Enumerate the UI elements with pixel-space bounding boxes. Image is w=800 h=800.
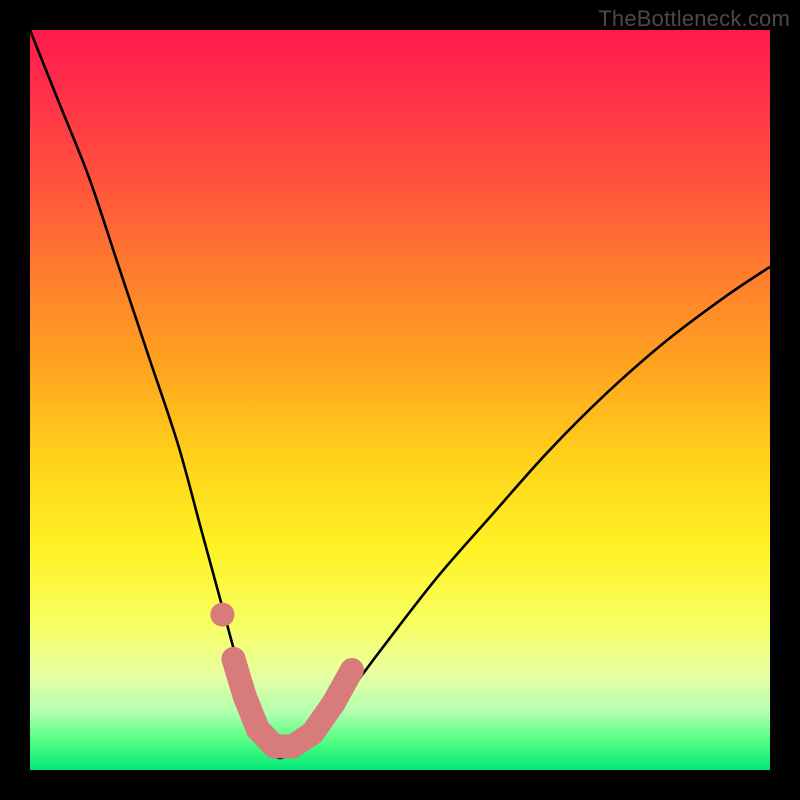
marker-right-segment-upper [340,658,364,682]
chart-svg [30,30,770,770]
marker-valley-right [301,721,325,745]
bottleneck-curve [30,30,770,758]
watermark-text: TheBottleneck.com [598,6,790,32]
curve-markers-group [210,603,364,759]
outer-frame: TheBottleneck.com [0,0,800,800]
marker-left-segment-mid [222,647,246,671]
marker-left-segment-lower [233,684,257,708]
marker-valley-center-b [281,734,305,758]
marker-left-segment-upper [210,603,234,627]
marker-right-segment-lower [321,691,345,715]
